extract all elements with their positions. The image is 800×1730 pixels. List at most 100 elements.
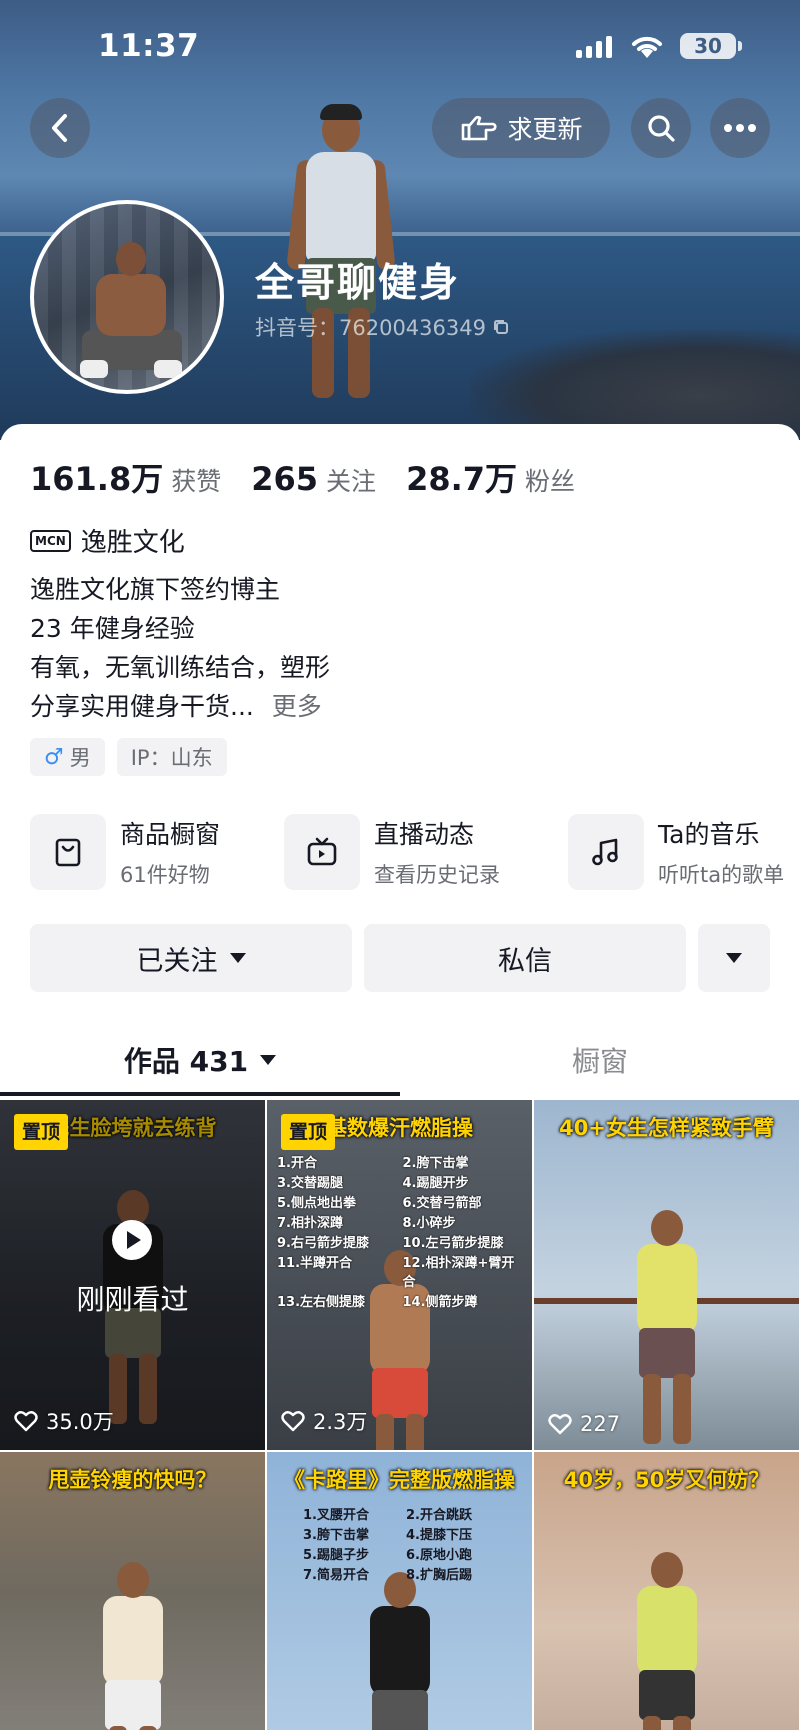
video-caption: 40岁，50岁又何妨？ bbox=[563, 1468, 770, 1492]
video-tile[interactable]: 《卡路里》完整版燃脂操 1.叉腰开合 2.开合跳跃 3.胯下击掌 4.提膝下压 … bbox=[267, 1452, 532, 1730]
video-tile[interactable]: 甩壶铃瘦的快吗？ bbox=[0, 1452, 265, 1730]
video-tile[interactable]: 40+女生怎样紧致手臂 227 bbox=[534, 1100, 799, 1450]
feature-subtitle: 听听ta的歌单 bbox=[658, 863, 785, 887]
play-icon bbox=[112, 1220, 152, 1260]
profile-tags: ♂ 男 IP：山东 bbox=[30, 738, 227, 776]
message-button[interactable]: 私信 bbox=[364, 924, 686, 992]
video-tile[interactable]: 先生脸垮就去练背 置顶 刚刚看过 35.0万 bbox=[0, 1100, 265, 1450]
avatar[interactable] bbox=[30, 200, 224, 394]
bio-line: 有氧，无氧训练结合，塑形 bbox=[30, 653, 331, 682]
male-icon: ♂ bbox=[44, 744, 64, 770]
active-tab-indicator bbox=[0, 1092, 400, 1096]
video-tile[interactable]: 基数爆汗燃脂操 1.开合 2.胯下击掌 3.交替踢腿 4.踢腿开步 5.侧点地出… bbox=[267, 1100, 532, 1450]
status-bar: 11:37 30 bbox=[0, 0, 800, 96]
copy-icon[interactable] bbox=[492, 318, 510, 336]
profile-name: 全哥聊健身 bbox=[255, 261, 461, 306]
caret-down-icon bbox=[726, 953, 742, 963]
pinned-badge: 置顶 bbox=[14, 1114, 69, 1150]
exercise-item: 5.踢腿子步 bbox=[303, 1548, 369, 1563]
back-button[interactable] bbox=[30, 98, 90, 158]
mcn-agency[interactable]: MCN 逸胜文化 bbox=[30, 522, 185, 559]
feature-subtitle: 查看历史记录 bbox=[374, 863, 500, 887]
stat-value: 265 bbox=[251, 460, 319, 498]
message-label: 私信 bbox=[498, 945, 552, 977]
stat-likes[interactable]: 161.8万 获赞 bbox=[30, 454, 221, 500]
live-activity-entry[interactable]: 直播动态 查看历史记录 bbox=[284, 812, 500, 892]
request-update-button[interactable]: 求更新 bbox=[432, 98, 610, 158]
more-options-button[interactable] bbox=[710, 98, 770, 158]
search-icon bbox=[648, 115, 675, 142]
chevron-left-icon bbox=[52, 114, 67, 142]
video-person bbox=[95, 1562, 171, 1730]
exercise-item: 2.开合跳跃 bbox=[406, 1508, 472, 1523]
mcn-badge-icon: MCN bbox=[30, 529, 71, 552]
bio-line: 分享实用健身干货... bbox=[30, 692, 254, 721]
likes-count: 227 bbox=[580, 1412, 621, 1436]
bio: 逸胜文化旗下签约博主 23 年健身经验 有氧，无氧训练结合，塑形 分享实用健身干… bbox=[30, 570, 330, 726]
feature-entries: 商品橱窗 61件好物 直播动态 查看历史记录 Ta的音乐 听听ta的歌单 bbox=[30, 812, 800, 892]
recommend-dropdown-button[interactable] bbox=[698, 924, 770, 992]
video-grid: 先生脸垮就去练背 置顶 刚刚看过 35.0万 基数爆汗燃脂操 1.开合 2.胯下… bbox=[0, 1100, 800, 1730]
pinned-badge: 置顶 bbox=[281, 1114, 336, 1150]
content-tabs: 作品 431 橱窗 bbox=[0, 1024, 800, 1096]
exercise-list: 1.叉腰开合 2.开合跳跃 3.胯下击掌 4.提膝下压 5.踢腿子步 6.原地小… bbox=[303, 1504, 503, 1583]
exercise-item: 5.侧点地出拳 bbox=[277, 1196, 356, 1211]
watched-overlay bbox=[0, 1100, 265, 1450]
video-caption: 40+女生怎样紧致手臂 bbox=[559, 1116, 774, 1140]
caret-down-icon bbox=[260, 1055, 277, 1065]
following-button[interactable]: 已关注 bbox=[30, 924, 352, 992]
video-caption: 《卡路里》完整版燃脂操 bbox=[284, 1468, 515, 1492]
gender-tag: ♂ 男 bbox=[30, 738, 105, 776]
ip-location-tag: IP：山东 bbox=[116, 738, 227, 776]
tab-shop-window[interactable]: 橱窗 bbox=[400, 1024, 800, 1096]
exercise-item: 3.胯下击掌 bbox=[303, 1528, 369, 1543]
video-caption: 甩壶铃瘦的快吗？ bbox=[48, 1468, 217, 1492]
more-dots-icon bbox=[724, 124, 756, 132]
exercise-item: 3.交替踢腿 bbox=[277, 1176, 343, 1191]
stat-label: 粉丝 bbox=[525, 467, 576, 496]
shopping-bag-icon bbox=[30, 814, 106, 890]
douyin-id-text: 抖音号：76200436349 bbox=[255, 316, 486, 340]
exercise-item: 11.半蹲开合 bbox=[277, 1256, 353, 1271]
exercise-item: 7.相扑深蹲 bbox=[277, 1216, 343, 1231]
tab-window-label: 橱窗 bbox=[571, 1045, 628, 1078]
bio-line: 23 年健身经验 bbox=[30, 614, 195, 643]
shop-window-entry[interactable]: 商品橱窗 61件好物 bbox=[30, 812, 220, 892]
stats-row: 161.8万 获赞 265 关注 28.7万 粉丝 bbox=[30, 454, 605, 500]
tab-works-label: 作品 431 bbox=[123, 1045, 249, 1078]
heart-icon bbox=[548, 1414, 572, 1435]
stat-value: 161.8万 bbox=[30, 460, 164, 498]
status-time: 11:37 bbox=[98, 28, 200, 64]
exercise-list: 1.开合 2.胯下击掌 3.交替踢腿 4.踢腿开步 5.侧点地出拳 6.交替弓箭… bbox=[277, 1152, 522, 1310]
battery-icon: 30 bbox=[680, 33, 742, 59]
likes-count: 2.3万 bbox=[313, 1410, 368, 1434]
stat-following[interactable]: 265 关注 bbox=[251, 460, 376, 498]
tab-works[interactable]: 作品 431 bbox=[0, 1024, 400, 1096]
bio-line: 逸胜文化旗下签约博主 bbox=[30, 575, 281, 604]
search-button[interactable] bbox=[631, 98, 691, 158]
mcn-name: 逸胜文化 bbox=[80, 528, 185, 558]
tv-icon bbox=[284, 814, 360, 890]
wifi-icon bbox=[632, 36, 662, 58]
video-tile[interactable]: 40岁，50岁又何妨？ bbox=[534, 1452, 799, 1730]
video-person bbox=[629, 1210, 705, 1450]
gender-text: 男 bbox=[69, 746, 91, 770]
exercise-item: 4.提膝下压 bbox=[406, 1528, 472, 1543]
likes-count: 35.0万 bbox=[46, 1410, 114, 1434]
pointing-hand-icon bbox=[462, 115, 498, 141]
bio-more-link[interactable]: 更多 bbox=[272, 692, 322, 721]
exercise-item: 1.叉腰开合 bbox=[303, 1508, 369, 1523]
exercise-item: 9.右弓箭步提膝 bbox=[277, 1236, 369, 1251]
video-person bbox=[362, 1572, 438, 1730]
stat-value: 28.7万 bbox=[406, 460, 518, 498]
exercise-item: 8.小碎步 bbox=[402, 1216, 456, 1231]
stat-followers[interactable]: 28.7万 粉丝 bbox=[406, 454, 575, 500]
exercise-item: 13.左右侧提膝 bbox=[277, 1295, 366, 1310]
exercise-item: 14.侧箭步蹲 bbox=[402, 1295, 478, 1310]
recently-watched-label: 刚刚看过 bbox=[76, 1283, 189, 1316]
feature-subtitle: 61件好物 bbox=[120, 863, 210, 887]
douyin-id[interactable]: 抖音号：76200436349 bbox=[255, 312, 510, 342]
video-likes: 227 bbox=[548, 1412, 620, 1436]
music-entry[interactable]: Ta的音乐 听听ta的歌单 bbox=[568, 812, 784, 892]
request-update-label: 求更新 bbox=[507, 115, 583, 144]
